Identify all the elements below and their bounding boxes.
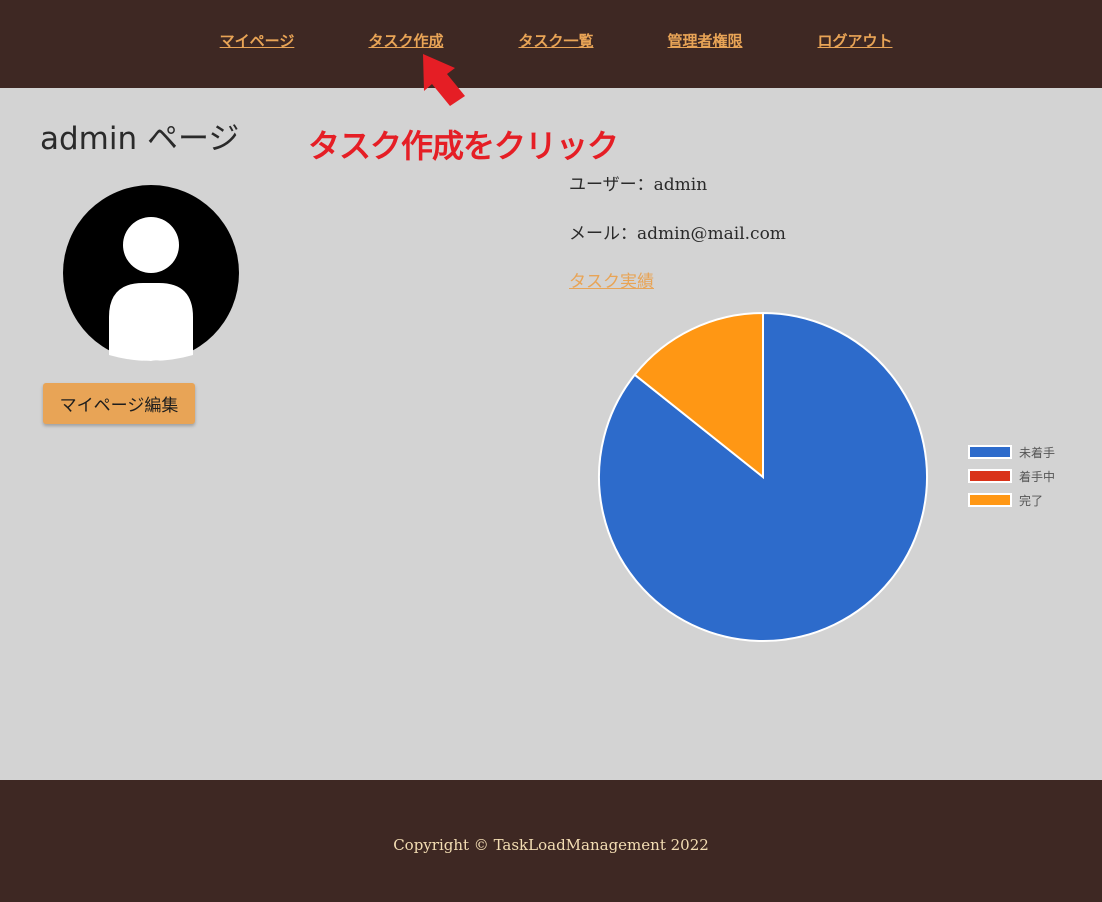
legend-swatch-2 [968,493,1012,507]
edit-mypage-button[interactable]: マイページ編集 [43,383,195,424]
top-navbar: マイページ タスク作成 タスク一覧 管理者権限 ログアウト [0,0,1102,88]
nav-link-create-task[interactable]: タスク作成 [368,30,443,51]
nav-link-task-list[interactable]: タスク一覧 [518,30,593,51]
user-info: ユーザー：admin [569,175,708,195]
legend-label-1: 着手中 [1019,469,1055,484]
task-status-pie-chart: 未着手着手中完了 [598,311,1055,642]
nav-link-mypage[interactable]: マイページ [220,30,295,51]
nav-link-admin[interactable]: 管理者権限 [667,30,742,51]
instruction-annotation: タスク作成をクリック [308,127,619,165]
legend-swatch-1 [968,469,1012,483]
mail-info: メール：admin@mail.com [569,224,786,244]
footer-copyright: Copyright © TaskLoadManagement 2022 [393,836,709,854]
arrow-up-left-icon [423,54,465,106]
user-avatar-icon [63,185,239,361]
legend-label-0: 未着手 [1019,445,1055,460]
task-results-link[interactable]: タスク実績 [569,267,654,292]
legend-label-2: 完了 [1019,493,1043,508]
page-title: admin ページ [40,121,240,157]
nav-link-logout[interactable]: ログアウト [817,30,892,51]
legend-swatch-0 [968,445,1012,459]
